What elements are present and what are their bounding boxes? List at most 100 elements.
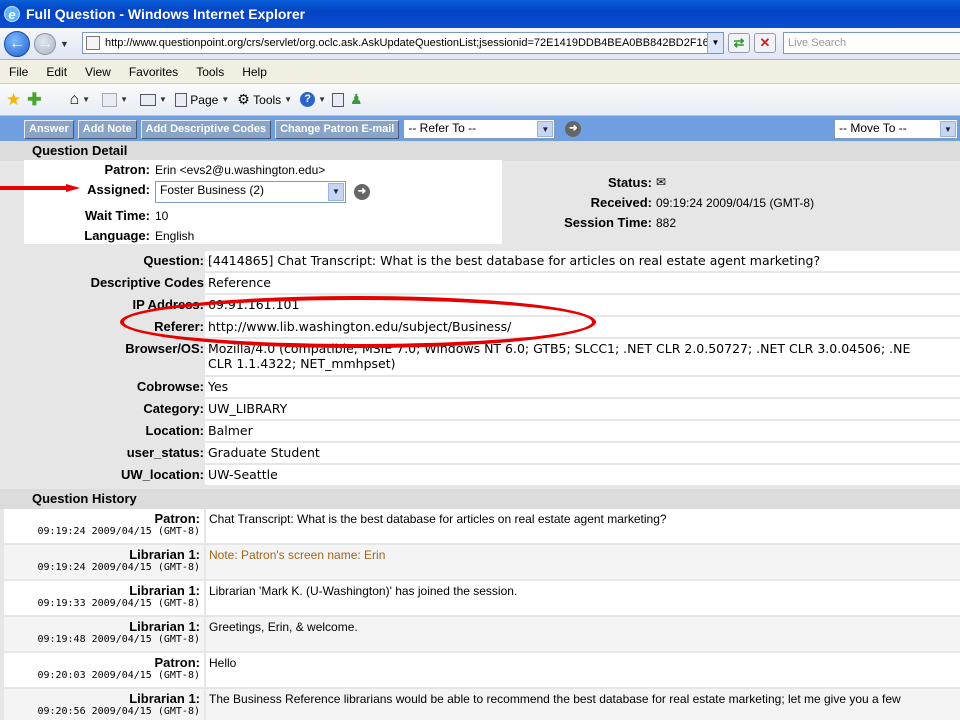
history-dropdown-icon[interactable]: ▼ [60, 39, 69, 49]
referer-link[interactable]: http://www.lib.washington.edu/subject/Bu… [205, 317, 960, 337]
browser-os-line1: Mozilla/4.0 (compatible; MSIE 7.0; Windo… [208, 341, 911, 356]
url-dropdown-icon[interactable]: ▼ [707, 33, 723, 53]
live-search-input[interactable]: Live Search [783, 32, 960, 54]
field-row-cobrowse: Cobrowse: Yes [0, 377, 960, 397]
page-menu-icon [174, 92, 187, 107]
tools-menu[interactable]: ⚙ Tools ▼ [237, 91, 292, 108]
messenger-icon[interactable]: ♟ [350, 91, 363, 108]
field-label: IP Address: [132, 297, 204, 312]
menu-tools[interactable]: Tools [187, 65, 233, 79]
page-menu[interactable]: Page ▼ [174, 92, 229, 107]
url-text: http://www.questionpoint.org/crs/servlet… [105, 37, 715, 49]
language-value: English [155, 229, 195, 243]
field-value: UW_LIBRARY [205, 399, 960, 419]
field-row-referer: Referer: http://www.lib.washington.edu/s… [0, 317, 960, 337]
field-value: Reference [205, 273, 960, 293]
add-note-button[interactable]: Add Note [77, 119, 137, 139]
field-row-uw-location: UW_location: UW-Seattle [0, 465, 960, 485]
answer-button[interactable]: Answer [24, 119, 74, 139]
history-who: Librarian 1: 09:20:56 2009/04/15 (GMT-8) [4, 689, 204, 720]
assigned-label: Assigned: [87, 182, 150, 197]
field-row-browser-os: Browser/OS: Mozilla/4.0 (compatible; MSI… [0, 339, 960, 375]
research-icon[interactable] [332, 92, 344, 107]
print-icon[interactable]: ▼ [140, 93, 167, 106]
field-label: Descriptive Codes [90, 275, 204, 290]
field-value: Yes [205, 377, 960, 397]
field-label: Location: [145, 423, 205, 438]
history-timestamp: 09:19:24 2009/04/15 (GMT-8) [37, 526, 200, 537]
refer-to-dropdown-icon: ▼ [537, 121, 554, 137]
menu-file[interactable]: File [0, 65, 37, 79]
history-row: Librarian 1: 09:20:56 2009/04/15 (GMT-8) … [4, 689, 960, 720]
address-bar: ← → ▼ http://www.questionpoint.org/crs/s… [0, 28, 960, 60]
url-field[interactable]: http://www.questionpoint.org/crs/servlet… [82, 32, 724, 54]
history-note-message: Note: Patron's screen name: Erin [206, 545, 960, 579]
patron-label: Patron: [104, 162, 151, 177]
field-label: Question: [143, 253, 204, 268]
assigned-go-icon[interactable]: ➜ [354, 184, 370, 200]
question-detail-header: Question Detail [0, 141, 960, 161]
history-message: The Business Reference librarians would … [206, 689, 960, 720]
history-who: Patron: 09:19:24 2009/04/15 (GMT-8) [4, 509, 204, 543]
refer-go-icon[interactable]: ➜ [565, 121, 582, 137]
received-value: 09:19:24 2009/04/15 (GMT-8) [656, 196, 815, 210]
back-button[interactable]: ← [4, 30, 30, 57]
field-value: 69.91.161.101 [205, 295, 960, 315]
history-timestamp: 09:20:56 2009/04/15 (GMT-8) [37, 706, 200, 717]
browser-os-line2: CLR 1.1.4322; NET_mmhpset) [208, 356, 396, 371]
field-value: Balmer [205, 421, 960, 441]
stop-button[interactable]: ✕ [754, 33, 776, 53]
refer-to-select[interactable]: -- Refer To -- ▼ [403, 119, 556, 139]
history-timestamp: 09:19:24 2009/04/15 (GMT-8) [37, 562, 200, 573]
arrow-shaft [0, 186, 68, 190]
status-label: Status: [607, 175, 652, 190]
action-bar: Answer Add Note Add Descriptive Codes Ch… [0, 116, 960, 142]
move-to-value: -- Move To -- [839, 121, 907, 135]
gear-icon: ⚙ [237, 91, 250, 107]
history-row: Patron: 09:20:03 2009/04/15 (GMT-8) Hello [4, 653, 960, 687]
field-label: Browser/OS: [125, 341, 204, 356]
feeds-icon[interactable]: ▼ [102, 92, 128, 107]
window-titlebar: e Full Question - Windows Internet Explo… [0, 0, 960, 28]
change-patron-email-button[interactable]: Change Patron E-mail [275, 119, 400, 139]
field-label: Category: [143, 401, 204, 416]
patron-value: Erin <evs2@u.washington.edu> [155, 163, 326, 177]
add-descriptive-codes-button[interactable]: Add Descriptive Codes [140, 119, 272, 139]
language-label: Language: [84, 228, 150, 243]
history-speaker: Librarian 1: [129, 619, 200, 634]
history-timestamp: 09:20:03 2009/04/15 (GMT-8) [37, 670, 200, 681]
history-speaker: Librarian 1: [129, 691, 200, 706]
history-timestamp: 09:19:48 2009/04/15 (GMT-8) [37, 634, 200, 645]
field-row-ip-address: IP Address: 69.91.161.101 [0, 295, 960, 315]
field-row-question: Question: [4414865] Chat Transcript: Wha… [0, 251, 960, 271]
favorites-star-icon[interactable]: ★ [6, 90, 21, 110]
help-icon[interactable]: ? ▼ [300, 92, 326, 107]
menu-view[interactable]: View [76, 65, 120, 79]
menu-edit[interactable]: Edit [37, 65, 76, 79]
envelope-status-icon: ✉ [656, 175, 667, 189]
arrow-head [66, 184, 80, 192]
home-icon[interactable]: ⌂ ▼ [70, 91, 91, 109]
window-title: Full Question - Windows Internet Explore… [26, 6, 306, 22]
ie-logo-icon: e [4, 6, 20, 22]
forward-button[interactable]: → [34, 32, 56, 55]
menu-favorites[interactable]: Favorites [120, 65, 187, 79]
field-row-user-status: user_status: Graduate Student [0, 443, 960, 463]
history-speaker: Librarian 1: [129, 547, 200, 562]
question-history-header: Question History [0, 489, 960, 509]
history-who: Patron: 09:20:03 2009/04/15 (GMT-8) [4, 653, 204, 687]
add-favorite-icon[interactable]: ✚ [27, 90, 41, 110]
session-time-value: 882 [656, 216, 677, 230]
menu-help[interactable]: Help [233, 65, 276, 79]
received-label: Received: [590, 195, 652, 210]
menu-bar: File Edit View Favorites Tools Help [0, 60, 960, 84]
history-speaker: Patron: [154, 655, 201, 670]
refresh-button[interactable]: ⇄ [728, 33, 750, 53]
field-label: Referer: [154, 319, 204, 334]
assigned-value: Foster Business (2) [160, 183, 265, 197]
tools-menu-label: Tools [253, 92, 282, 107]
assigned-select[interactable]: Foster Business (2) ▼ [155, 181, 346, 203]
history-row: Librarian 1: 09:19:33 2009/04/15 (GMT-8) … [4, 581, 960, 615]
move-to-select[interactable]: -- Move To -- ▼ [834, 119, 958, 139]
field-row-category: Category: UW_LIBRARY [0, 399, 960, 419]
